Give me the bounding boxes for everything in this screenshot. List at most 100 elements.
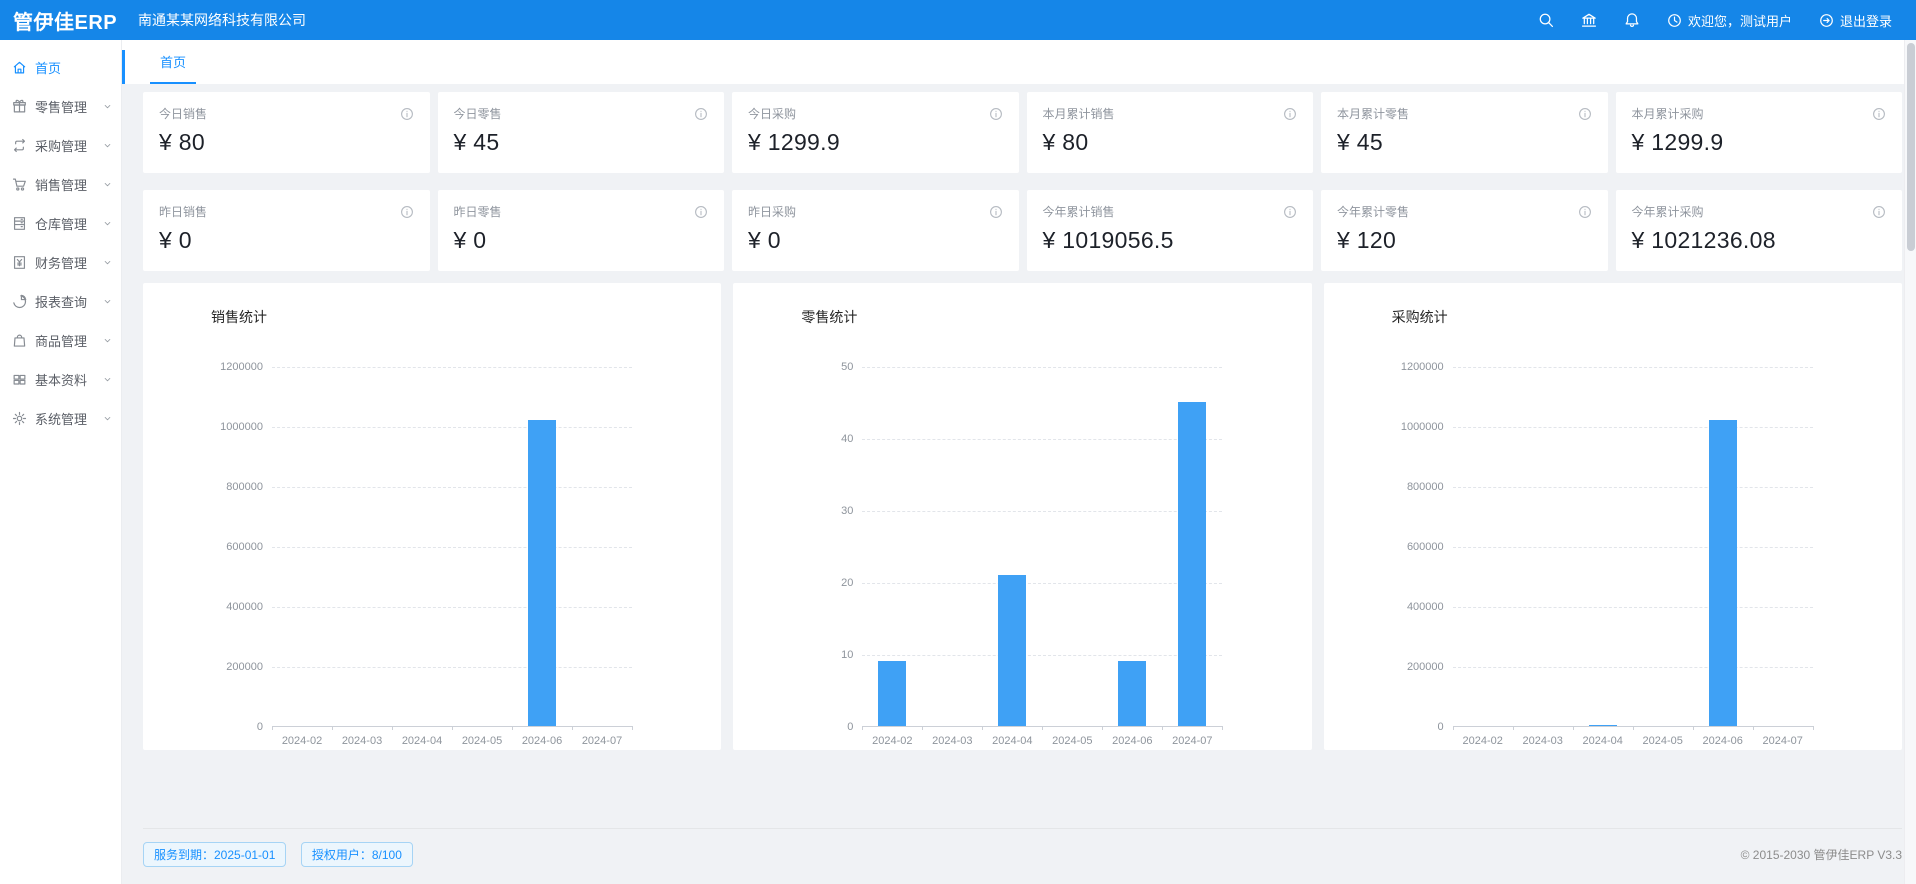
sidebar-item-system[interactable]: 系统管理 [0, 399, 121, 438]
y-axis-label: 1200000 [220, 361, 263, 373]
stat-card-yest-retail: 昨日零售¥ 0 [438, 190, 725, 271]
x-axis-label: 2024-06 [1102, 735, 1162, 747]
info-icon[interactable] [1578, 205, 1592, 219]
axis-tick [862, 726, 863, 730]
gridline [272, 607, 632, 608]
bar-2024-04 [998, 575, 1026, 726]
y-axis-label: 600000 [226, 541, 263, 553]
info-icon[interactable] [694, 107, 708, 121]
axis-tick [452, 726, 453, 730]
logout-button[interactable]: 退出登录 [1819, 11, 1892, 30]
axis-tick [1753, 726, 1754, 730]
info-icon[interactable] [1872, 205, 1886, 219]
stat-cards-grid: 今日销售¥ 80今日零售¥ 45今日采购¥ 1299.9本月累计销售¥ 80本月… [143, 92, 1902, 271]
y-axis-label: 0 [1438, 721, 1444, 733]
stat-card-label: 今日销售 [159, 105, 207, 122]
chevron-down-icon [102, 257, 113, 268]
chevron-down-icon [102, 140, 113, 151]
stat-card-today-retail: 今日零售¥ 45 [438, 92, 725, 173]
bar-2024-07 [1178, 402, 1206, 726]
gridline [1453, 367, 1813, 368]
gridline [272, 427, 632, 428]
chart-title: 销售统计 [211, 307, 697, 327]
app-logo[interactable]: 管伊佳ERP [0, 6, 122, 35]
copyright-text: © 2015-2030 管伊佳ERP V3.3 [1741, 846, 1902, 863]
system-icon [12, 411, 27, 426]
x-axis-label: 2024-03 [332, 735, 392, 747]
x-axis-label: 2024-05 [1042, 735, 1102, 747]
footer-badges: 服务到期：2025-01-01 授权用户：8/100 [143, 842, 423, 867]
axis-tick [922, 726, 923, 730]
y-axis-label: 1000000 [220, 421, 263, 433]
gridline [272, 667, 632, 668]
sidebar-item-label: 报表查询 [35, 292, 102, 311]
sidebar-item-report[interactable]: 报表查询 [0, 282, 121, 321]
stat-card-value: ¥ 0 [159, 227, 414, 254]
sidebar: 首页零售管理采购管理销售管理仓库管理财务管理报表查询商品管理基本资料系统管理 [0, 40, 122, 884]
clock-icon [1667, 13, 1682, 28]
info-icon[interactable] [1578, 107, 1592, 121]
sidebar-item-goods[interactable]: 商品管理 [0, 321, 121, 360]
stat-card-label: 今日零售 [454, 105, 502, 122]
x-axis-label: 2024-07 [572, 735, 632, 747]
sidebar-item-label: 仓库管理 [35, 214, 102, 233]
charts-row: 销售统计 020000040000060000080000010000001200… [143, 283, 1902, 750]
info-icon[interactable] [1283, 205, 1297, 219]
sidebar-item-finance[interactable]: 财务管理 [0, 243, 121, 282]
gridline [862, 511, 1222, 512]
info-icon[interactable] [694, 205, 708, 219]
sidebar-item-label: 财务管理 [35, 253, 102, 272]
x-axis-label: 2024-03 [1513, 735, 1573, 747]
x-axis-label: 2024-02 [1453, 735, 1513, 747]
y-axis-label: 800000 [1407, 481, 1444, 493]
licensed-users-badge: 授权用户：8/100 [301, 842, 413, 867]
chevron-down-icon [102, 218, 113, 229]
retail-icon [12, 99, 27, 114]
info-icon[interactable] [989, 107, 1003, 121]
stat-card-label: 今年累计销售 [1043, 203, 1115, 220]
info-icon[interactable] [400, 107, 414, 121]
sales-icon [12, 177, 27, 192]
axis-tick [1162, 726, 1163, 730]
user-welcome[interactable]: 欢迎您，测试用户 [1667, 11, 1792, 30]
x-axis-label: 2024-02 [862, 735, 922, 747]
y-axis-label: 200000 [1407, 661, 1444, 673]
stat-card-value: ¥ 1299.9 [748, 129, 1003, 156]
scrollbar-thumb[interactable] [1907, 43, 1915, 251]
info-icon[interactable] [1283, 107, 1297, 121]
gridline [1453, 487, 1813, 488]
info-icon[interactable] [1872, 107, 1886, 121]
stat-card-value: ¥ 1019056.5 [1043, 227, 1298, 254]
gridline [862, 439, 1222, 440]
bell-icon[interactable] [1624, 12, 1640, 28]
sidebar-item-retail[interactable]: 零售管理 [0, 87, 121, 126]
sidebar-item-purchase[interactable]: 采购管理 [0, 126, 121, 165]
axis-tick [272, 726, 273, 730]
stat-card-value: ¥ 0 [454, 227, 709, 254]
axis-tick [1042, 726, 1043, 730]
main-area: 首页 今日销售¥ 80今日零售¥ 45今日采购¥ 1299.9本月累计销售¥ 8… [122, 40, 1916, 884]
stat-card-month-retail: 本月累计零售¥ 45 [1321, 92, 1608, 173]
service-expiry-badge: 服务到期：2025-01-01 [143, 842, 286, 867]
sidebar-item-basic[interactable]: 基本资料 [0, 360, 121, 399]
y-axis-label: 0 [257, 721, 263, 733]
info-icon[interactable] [989, 205, 1003, 219]
sidebar-item-home[interactable]: 首页 [0, 48, 121, 87]
search-icon[interactable] [1538, 12, 1554, 28]
home-icon [12, 60, 27, 75]
bank-icon[interactable] [1581, 12, 1597, 28]
sidebar-item-sales[interactable]: 销售管理 [0, 165, 121, 204]
stat-card-yest-sales: 昨日销售¥ 0 [143, 190, 430, 271]
y-axis-label: 40 [841, 433, 853, 445]
chart-retail: 零售统计010203040502024-022024-032024-042024… [733, 283, 1311, 750]
x-axis-label: 2024-07 [1753, 735, 1813, 747]
sidebar-item-warehouse[interactable]: 仓库管理 [0, 204, 121, 243]
info-icon[interactable] [400, 205, 414, 219]
axis-tick [332, 726, 333, 730]
scrollbar[interactable] [1904, 40, 1916, 884]
tab-home[interactable]: 首页 [150, 40, 196, 84]
chart-plot: 0200000400000600000800000100000012000002… [272, 367, 632, 727]
y-axis-label: 600000 [1407, 541, 1444, 553]
chevron-down-icon [102, 413, 113, 424]
x-axis-label: 2024-02 [272, 735, 332, 747]
